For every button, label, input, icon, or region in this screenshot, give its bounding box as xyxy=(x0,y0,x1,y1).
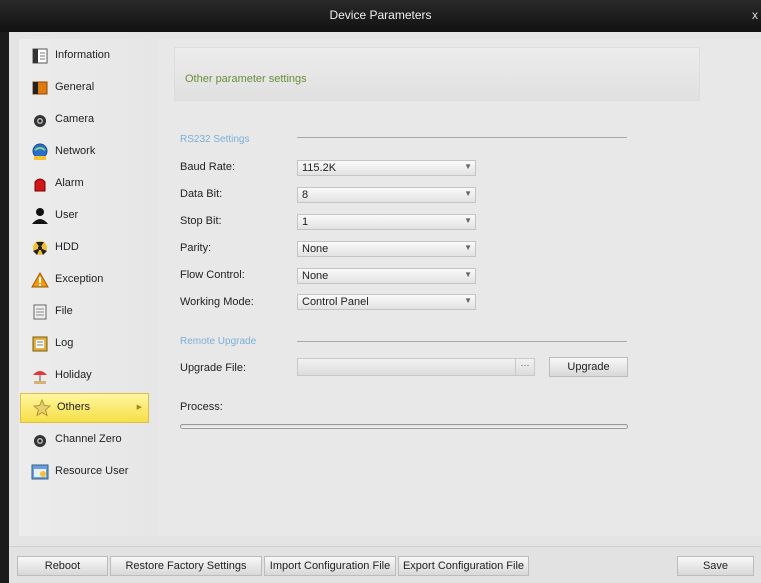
chevron-down-icon: ▼ xyxy=(464,216,472,225)
user-icon xyxy=(31,207,49,225)
sidebar-item-label: File xyxy=(55,305,73,317)
sidebar-item-label: Information xyxy=(55,49,111,61)
upgrade-file-label: Upgrade File: xyxy=(180,362,247,374)
star-icon xyxy=(33,399,51,417)
restore-factory-settings-button[interactable]: Restore Factory Settings xyxy=(110,556,262,576)
network-icon xyxy=(31,143,49,161)
flow-control-value: None xyxy=(302,270,329,282)
parity-label: Parity: xyxy=(180,242,212,254)
chevron-down-icon: ▼ xyxy=(464,243,472,252)
exception-icon xyxy=(31,271,49,289)
sidebar-item-label: Network xyxy=(55,145,96,157)
data-bit-label: Data Bit: xyxy=(180,188,223,200)
baud-rate-value: 115.2K xyxy=(302,162,337,174)
footer-bar: Reboot Restore Factory Settings Import C… xyxy=(9,546,761,583)
sidebar-item-channel-zero[interactable]: Channel Zero xyxy=(19,426,146,454)
sidebar-item-label: Resource User xyxy=(55,465,129,477)
rs232-section-title: RS232 Settings xyxy=(180,134,250,145)
browse-button[interactable]: ··· xyxy=(515,359,534,375)
sidebar-item-label: Others xyxy=(57,401,91,413)
remote-upgrade-section-title: Remote Upgrade xyxy=(180,336,257,347)
sidebar-item-label: General xyxy=(55,81,95,93)
sidebar-item-log[interactable]: Log xyxy=(19,330,146,358)
window-title: Device Parameters xyxy=(329,8,432,22)
reboot-button[interactable]: Reboot xyxy=(17,556,108,576)
data-bit-select[interactable]: 8 ▼ xyxy=(297,187,476,203)
working-mode-label: Working Mode: xyxy=(180,296,254,308)
working-mode-value: Control Panel xyxy=(302,296,369,308)
sidebar-item-label: Holiday xyxy=(55,369,92,381)
sidebar-item-label: HDD xyxy=(55,241,79,253)
resource-user-icon xyxy=(31,463,49,481)
export-configuration-button[interactable]: Export Configuration File xyxy=(398,556,529,576)
parity-select[interactable]: None ▼ xyxy=(297,241,476,257)
stop-bit-select[interactable]: 1 ▼ xyxy=(297,214,476,230)
sidebar-item-general[interactable]: General xyxy=(19,74,146,102)
upgrade-file-input[interactable]: ··· xyxy=(297,358,535,376)
sidebar-item-file[interactable]: File xyxy=(19,298,146,326)
file-icon xyxy=(31,303,49,321)
chevron-down-icon: ▼ xyxy=(464,162,472,171)
sidebar-item-label: Exception xyxy=(55,273,104,285)
close-button[interactable]: x xyxy=(752,0,758,30)
flow-control-select[interactable]: None ▼ xyxy=(297,268,476,284)
sidebar-item-user[interactable]: User xyxy=(19,202,146,230)
dialog-body: Information General Camera Network Alarm xyxy=(9,32,761,583)
sidebar: Information General Camera Network Alarm xyxy=(19,39,158,536)
save-button[interactable]: Save xyxy=(677,556,754,576)
settings-panel: Other parameter settings RS232 Settings … xyxy=(158,39,761,536)
parity-value: None xyxy=(302,243,329,255)
title-bar: Device Parameters x xyxy=(0,0,761,32)
sidebar-item-resource-user[interactable]: Resource User xyxy=(19,458,146,486)
sidebar-item-label: Camera xyxy=(55,113,95,125)
channel-zero-icon xyxy=(31,431,49,449)
flow-control-label: Flow Control: xyxy=(180,269,245,281)
panel-header: Other parameter settings xyxy=(174,47,700,101)
sidebar-item-exception[interactable]: Exception xyxy=(19,266,146,294)
section-divider xyxy=(297,341,627,342)
stop-bit-value: 1 xyxy=(302,216,309,228)
chevron-right-icon: ▶ xyxy=(136,404,142,411)
information-icon xyxy=(31,47,49,65)
hdd-icon xyxy=(31,239,49,257)
sidebar-item-label: Alarm xyxy=(55,177,84,189)
sidebar-item-holiday[interactable]: Holiday xyxy=(19,362,146,390)
sidebar-item-label: Log xyxy=(55,337,74,349)
baud-rate-select[interactable]: 115.2K ▼ xyxy=(297,160,476,176)
import-configuration-button[interactable]: Import Configuration File xyxy=(264,556,396,576)
sidebar-item-hdd[interactable]: HDD xyxy=(19,234,146,262)
chevron-down-icon: ▼ xyxy=(464,270,472,279)
chevron-down-icon: ▼ xyxy=(464,189,472,198)
log-icon xyxy=(31,335,49,353)
alarm-icon xyxy=(31,175,49,193)
upgrade-button[interactable]: Upgrade xyxy=(549,357,628,377)
general-icon xyxy=(31,79,49,97)
upgrade-progress-bar xyxy=(180,424,628,429)
section-divider xyxy=(297,137,627,138)
sidebar-item-label: User xyxy=(55,209,79,221)
sidebar-item-camera[interactable]: Camera xyxy=(19,106,146,134)
data-bit-value: 8 xyxy=(302,189,309,201)
process-label: Process: xyxy=(180,401,223,413)
stop-bit-label: Stop Bit: xyxy=(180,215,222,227)
sidebar-item-information[interactable]: Information xyxy=(19,42,146,70)
camera-icon xyxy=(31,111,49,129)
holiday-icon xyxy=(31,367,49,385)
sidebar-item-others[interactable]: Others ▶ xyxy=(20,393,149,423)
chevron-down-icon: ▼ xyxy=(464,296,472,305)
baud-rate-label: Baud Rate: xyxy=(180,161,236,173)
sidebar-item-network[interactable]: Network xyxy=(19,138,146,166)
working-mode-select[interactable]: Control Panel ▼ xyxy=(297,294,476,310)
sidebar-item-label: Channel Zero xyxy=(55,433,122,445)
sidebar-item-alarm[interactable]: Alarm xyxy=(19,170,146,198)
panel-header-title: Other parameter settings xyxy=(185,73,307,85)
